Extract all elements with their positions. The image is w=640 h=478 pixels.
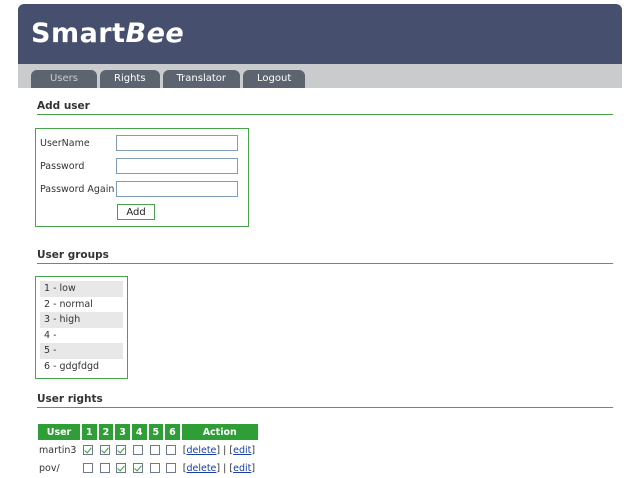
group-item[interactable]: 4 - (40, 328, 123, 344)
add-user-button[interactable]: Add (117, 204, 155, 220)
col-header-action: Action (181, 424, 258, 440)
right-checkbox[interactable] (166, 445, 177, 455)
group-item[interactable]: 6 - gdgfdgd (40, 359, 123, 375)
table-row: martin3 [delete] | [edit] (38, 442, 258, 458)
app-logo: SmartBee (31, 18, 184, 49)
right-checkbox[interactable] (99, 445, 110, 455)
action-cell: [delete] | [edit] (182, 444, 256, 456)
delete-link[interactable]: delete (186, 445, 216, 456)
group-item[interactable]: 3 - high (40, 312, 123, 328)
right-checkbox[interactable] (83, 445, 93, 455)
right-checkbox[interactable] (83, 463, 93, 473)
table-header-row: User 1 2 3 4 5 6 Action (38, 424, 258, 440)
app-header: SmartBee (18, 4, 622, 64)
right-checkbox[interactable] (166, 463, 177, 473)
right-checkbox[interactable] (116, 463, 127, 473)
tab-rights[interactable]: Rights (100, 70, 160, 88)
edit-link[interactable]: edit (233, 445, 251, 456)
password-again-label: Password Again (40, 184, 115, 195)
user-groups-title: User groups (37, 249, 613, 264)
group-item[interactable]: 1 - low (40, 281, 123, 297)
group-item[interactable]: 2 - normal (40, 297, 123, 313)
right-checkbox[interactable] (99, 463, 110, 473)
right-checkbox[interactable] (149, 445, 160, 455)
col-header-2: 2 (98, 424, 114, 440)
password-again-input[interactable] (116, 181, 238, 197)
right-checkbox[interactable] (132, 445, 143, 455)
password-label: Password (40, 161, 85, 172)
action-separator: | (223, 444, 227, 456)
col-header-1: 1 (82, 424, 97, 440)
nav-bar: Users Rights Translator Logout (18, 64, 622, 88)
logo-text-plain: Smart (31, 18, 126, 49)
action-cell: [delete] | [edit] (182, 462, 256, 474)
user-rights-title: User rights (37, 393, 613, 408)
col-header-5: 5 (148, 424, 164, 440)
right-checkbox[interactable] (116, 445, 127, 455)
col-header-3: 3 (115, 424, 130, 440)
tab-logout[interactable]: Logout (243, 70, 306, 88)
user-cell: martin3 (39, 444, 77, 456)
add-user-form: UserName Password Password Again Add (35, 128, 249, 227)
tab-translator[interactable]: Translator (162, 70, 241, 88)
logo-text-italic: Bee (125, 18, 185, 49)
username-label: UserName (40, 138, 90, 149)
edit-link[interactable]: edit (233, 463, 251, 474)
action-separator: | (223, 462, 227, 474)
col-header-4: 4 (131, 424, 147, 440)
delete-link[interactable]: delete (186, 463, 216, 474)
col-header-6: 6 (165, 424, 180, 440)
user-cell: pov/ (39, 462, 60, 474)
tab-users[interactable]: Users (31, 70, 97, 88)
col-header-user: User (38, 424, 80, 440)
nav-tabs: Users Rights Translator Logout (31, 70, 308, 88)
right-checkbox[interactable] (132, 463, 143, 473)
username-input[interactable] (116, 135, 238, 151)
user-groups-list: 1 - low 2 - normal 3 - high 4 - 5 - 6 - … (35, 276, 128, 379)
group-item[interactable]: 5 - (40, 343, 123, 359)
password-input[interactable] (116, 158, 238, 174)
right-checkbox[interactable] (149, 463, 160, 473)
table-row: pov/ [delete] | [edit] (38, 460, 258, 476)
add-user-title: Add user (37, 100, 613, 115)
